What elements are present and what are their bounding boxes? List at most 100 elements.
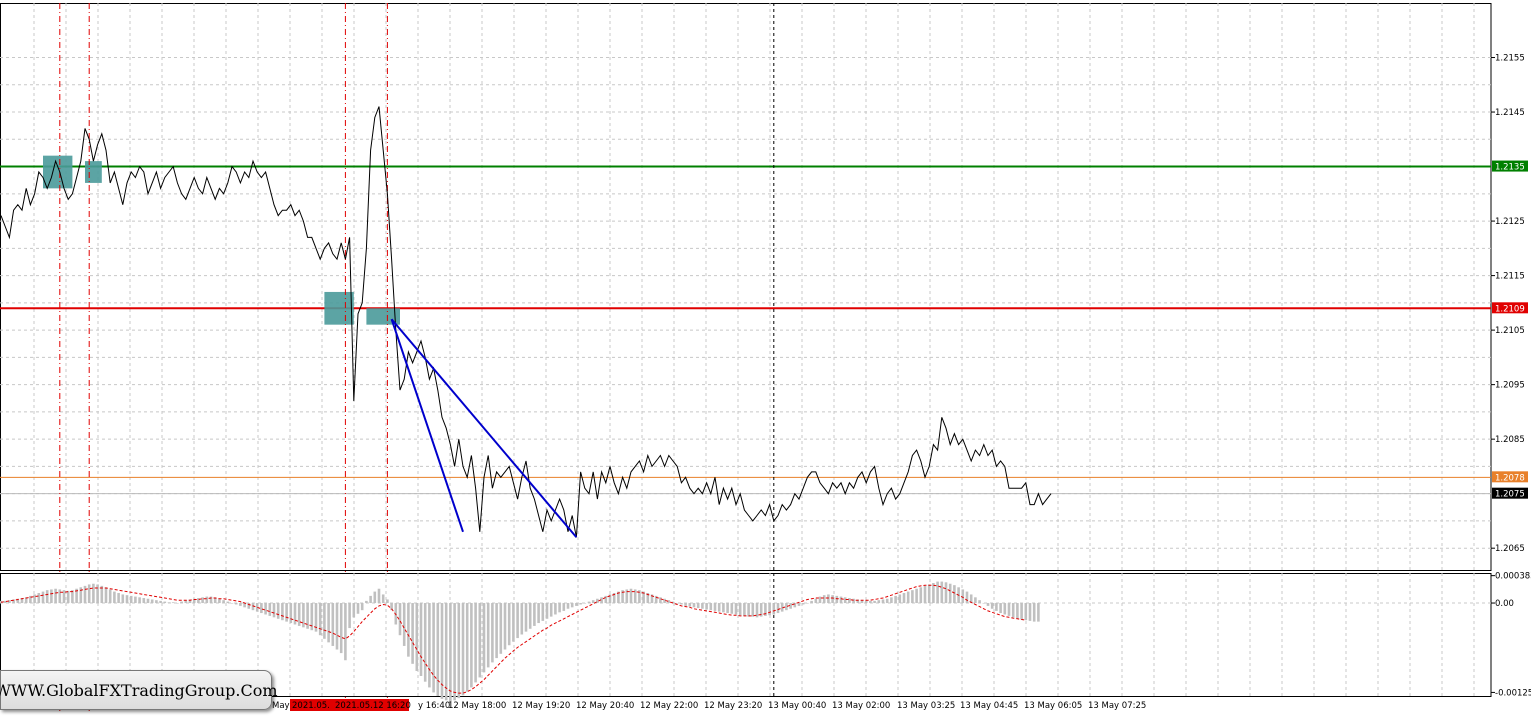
histogram-bar [1020, 603, 1023, 620]
histogram-bar [885, 598, 889, 604]
histogram-bar [629, 588, 633, 604]
histogram-bar [776, 603, 780, 614]
price-tag-label: 1.2135 [1495, 163, 1525, 173]
histogram-bar [848, 598, 851, 604]
histogram-bar [549, 603, 553, 617]
histogram-bar [1028, 603, 1032, 621]
histogram-bar [730, 603, 734, 614]
histogram-bar [356, 603, 360, 614]
histogram-bar [806, 603, 809, 604]
histogram-bar [121, 594, 125, 604]
histogram-bar [948, 583, 952, 604]
histogram-bar [873, 600, 876, 604]
histogram-bar [822, 595, 826, 604]
histogram-bar [1003, 603, 1007, 615]
histogram-bar [591, 600, 595, 604]
histogram-bar [835, 595, 839, 604]
histogram-bar [507, 603, 511, 646]
histogram-bar [898, 594, 902, 604]
histogram-bar [348, 603, 351, 629]
histogram-bar [923, 585, 927, 604]
histogram-bar [843, 597, 847, 604]
histogram-bar [461, 603, 465, 696]
histogram-bar [545, 603, 549, 619]
histogram-bar [537, 603, 540, 624]
histogram-bar [877, 600, 881, 604]
osc-tick-label: -0.00125 [1495, 688, 1531, 698]
histogram-bar [659, 597, 662, 604]
histogram-bar [369, 595, 372, 604]
histogram-bar [117, 593, 120, 604]
histogram-bar [108, 589, 112, 604]
histogram-bar [327, 603, 330, 643]
histogram-bar [701, 603, 704, 609]
histogram-bar [995, 603, 998, 611]
histogram-bar [738, 603, 742, 616]
histogram-bar [990, 603, 994, 609]
histogram-bar [45, 590, 49, 604]
price-tag-label: 1.2109 [1495, 304, 1525, 314]
price-tag-label: 1.2075 [1495, 490, 1525, 500]
histogram-bar [575, 603, 578, 606]
histogram-bar [692, 603, 696, 608]
histogram-bar [1016, 603, 1019, 619]
histogram-bar [54, 588, 57, 604]
histogram-bar [709, 603, 713, 611]
histogram-bar [696, 603, 700, 609]
histogram-bar [470, 603, 473, 688]
histogram-bar [474, 603, 477, 683]
histogram-bar [747, 603, 750, 617]
histogram-bar [402, 603, 406, 646]
histogram-bar [1024, 603, 1028, 621]
histogram-bar [797, 603, 801, 606]
histogram-bar [293, 603, 297, 625]
histogram-bar [1011, 603, 1015, 618]
histogram-bar [827, 594, 830, 604]
x-tick-label: 12 May 22:00 [640, 701, 698, 711]
histogram-bar [772, 603, 776, 615]
histogram-bar [583, 603, 587, 604]
main-panel-frame [0, 3, 1492, 571]
histogram-bar [512, 603, 515, 642]
histogram-bar [570, 603, 574, 608]
signal-box [43, 155, 73, 189]
histogram-bar [869, 600, 872, 604]
y-tick-label: 1.2085 [1495, 435, 1525, 445]
histogram-bar [218, 598, 221, 604]
histogram-bar [680, 603, 683, 605]
histogram-bar [134, 596, 137, 604]
signal-box [324, 291, 354, 325]
histogram-bar [428, 603, 431, 688]
price-tag-label: 1.2078 [1495, 473, 1525, 483]
histogram-bar [444, 603, 448, 701]
histogram-bar [986, 603, 990, 606]
x-tick-label: 12 May 19:20 [512, 701, 570, 711]
x-tick-label: 12 May 18:00 [448, 701, 506, 711]
histogram-bar [902, 593, 906, 604]
histogram-bar [936, 581, 939, 604]
histogram-bar [751, 603, 755, 617]
histogram-bar [247, 603, 251, 609]
histogram-bar [377, 588, 381, 604]
y-tick-label: 1.2155 [1495, 54, 1525, 64]
histogram-bar [911, 590, 914, 604]
histogram-bar [423, 603, 427, 682]
watermark-text: WWW.GlobalFXTradingGroup.Com [0, 680, 278, 700]
histogram-bar [272, 603, 276, 618]
histogram-bar [940, 581, 944, 604]
y-tick-label: 1.2065 [1495, 544, 1525, 554]
histogram-bar [276, 603, 280, 619]
histogram-bar [339, 603, 343, 654]
histogram-bar [226, 601, 230, 604]
histogram-bar [1037, 603, 1040, 622]
histogram-bar [50, 589, 53, 604]
histogram-bar [83, 585, 87, 604]
histogram-bar [528, 603, 532, 629]
x-tick-label: 13 May 07:25 [1088, 701, 1146, 711]
histogram-bar [201, 597, 204, 604]
watermark-banner[interactable]: WWW.GlobalFXTradingGroup.Com [0, 670, 278, 710]
x-tick-label: 13 May 06:05 [1024, 701, 1082, 711]
histogram-bar [432, 603, 435, 693]
histogram-bar [743, 603, 746, 616]
histogram-bar [705, 603, 708, 610]
